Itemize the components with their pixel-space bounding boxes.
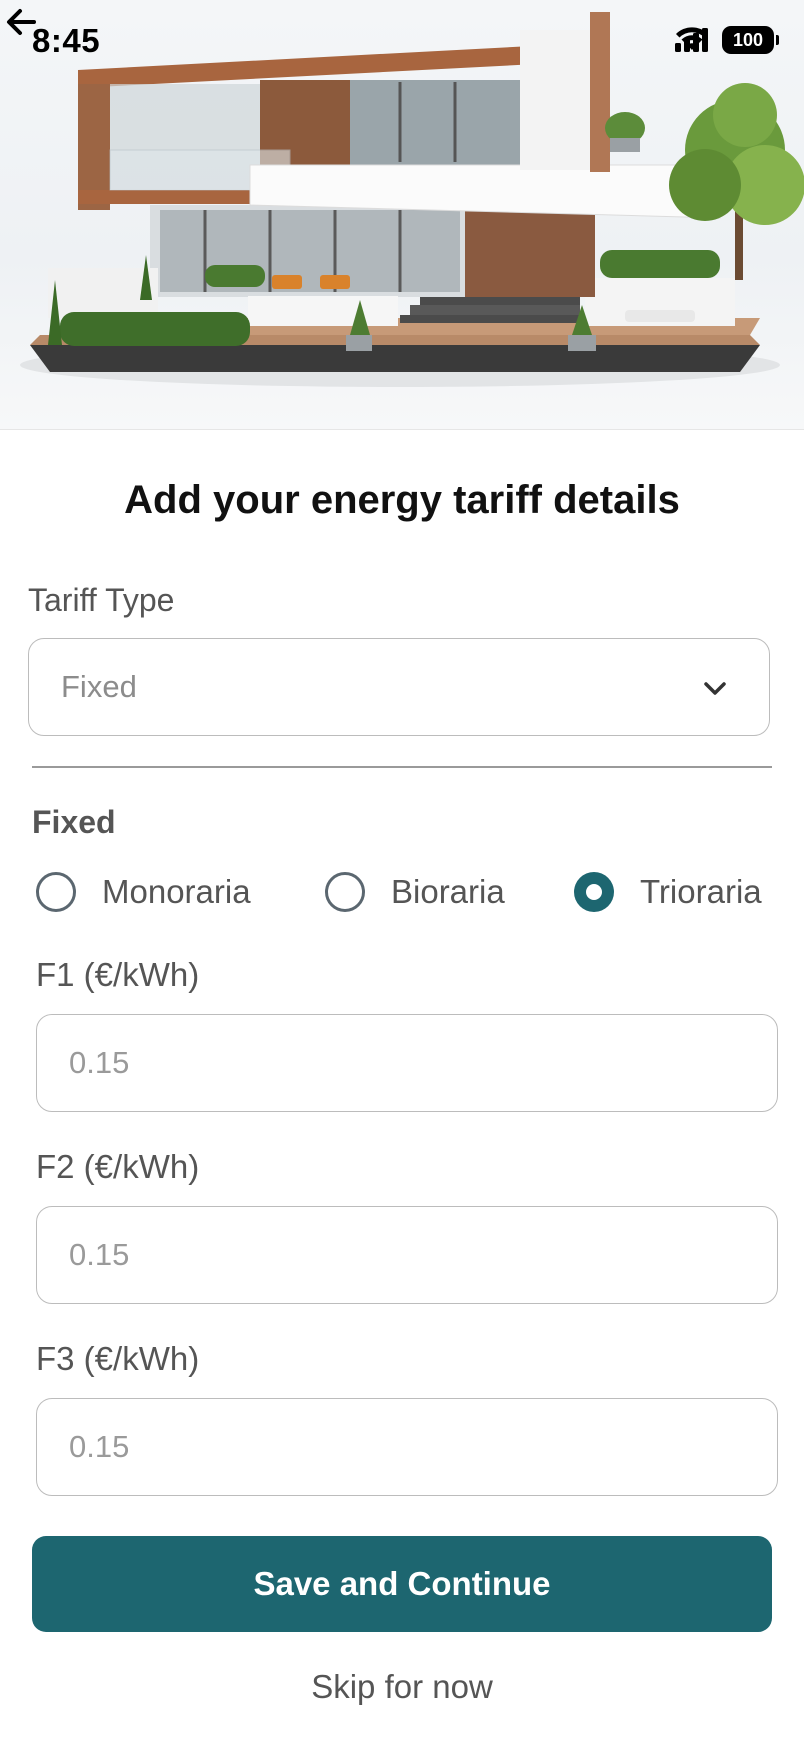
f3-input[interactable] xyxy=(36,1398,778,1496)
chevron-down-icon xyxy=(704,682,726,695)
save-and-continue-button[interactable]: Save and Continue xyxy=(32,1536,772,1632)
tariff-type-select[interactable]: Fixed xyxy=(28,638,770,736)
hero-image: 8:45 100 xyxy=(0,0,804,430)
tariff-type-label: Tariff Type xyxy=(28,582,175,618)
radio-trioraria[interactable]: Trioraria xyxy=(574,872,762,912)
status-icons: 100 xyxy=(675,26,779,54)
f3-label: F3 (€/kWh) xyxy=(36,1340,200,1377)
page-title: Add your energy tariff details xyxy=(124,478,680,522)
radio-label: Trioraria xyxy=(640,873,762,910)
radio-label: Monoraria xyxy=(102,873,251,910)
radio-bioraria[interactable]: Bioraria xyxy=(325,872,505,912)
tariff-type-value: Fixed xyxy=(61,669,137,704)
f2-label: F2 (€/kWh) xyxy=(36,1148,200,1185)
f2-input[interactable] xyxy=(36,1206,778,1304)
radio-monoraria[interactable]: Monoraria xyxy=(36,872,251,912)
battery-icon: 100 xyxy=(722,26,779,54)
wifi-icon xyxy=(676,27,708,50)
section-title: Fixed xyxy=(32,804,116,840)
f1-label: F1 (€/kWh) xyxy=(36,956,200,993)
skip-for-now-link[interactable]: Skip for now xyxy=(0,1668,804,1706)
divider xyxy=(32,766,772,768)
arrow-left-icon[interactable] xyxy=(0,0,44,44)
radio-label: Bioraria xyxy=(391,873,505,910)
radio-circle[interactable] xyxy=(325,872,365,912)
radio-circle[interactable] xyxy=(36,872,76,912)
status-bar: 8:45 100 xyxy=(0,0,804,86)
tariff-option-group: Monoraria Bioraria Trioraria xyxy=(0,872,804,920)
radio-circle-checked[interactable] xyxy=(574,872,614,912)
f1-input[interactable] xyxy=(36,1014,778,1112)
